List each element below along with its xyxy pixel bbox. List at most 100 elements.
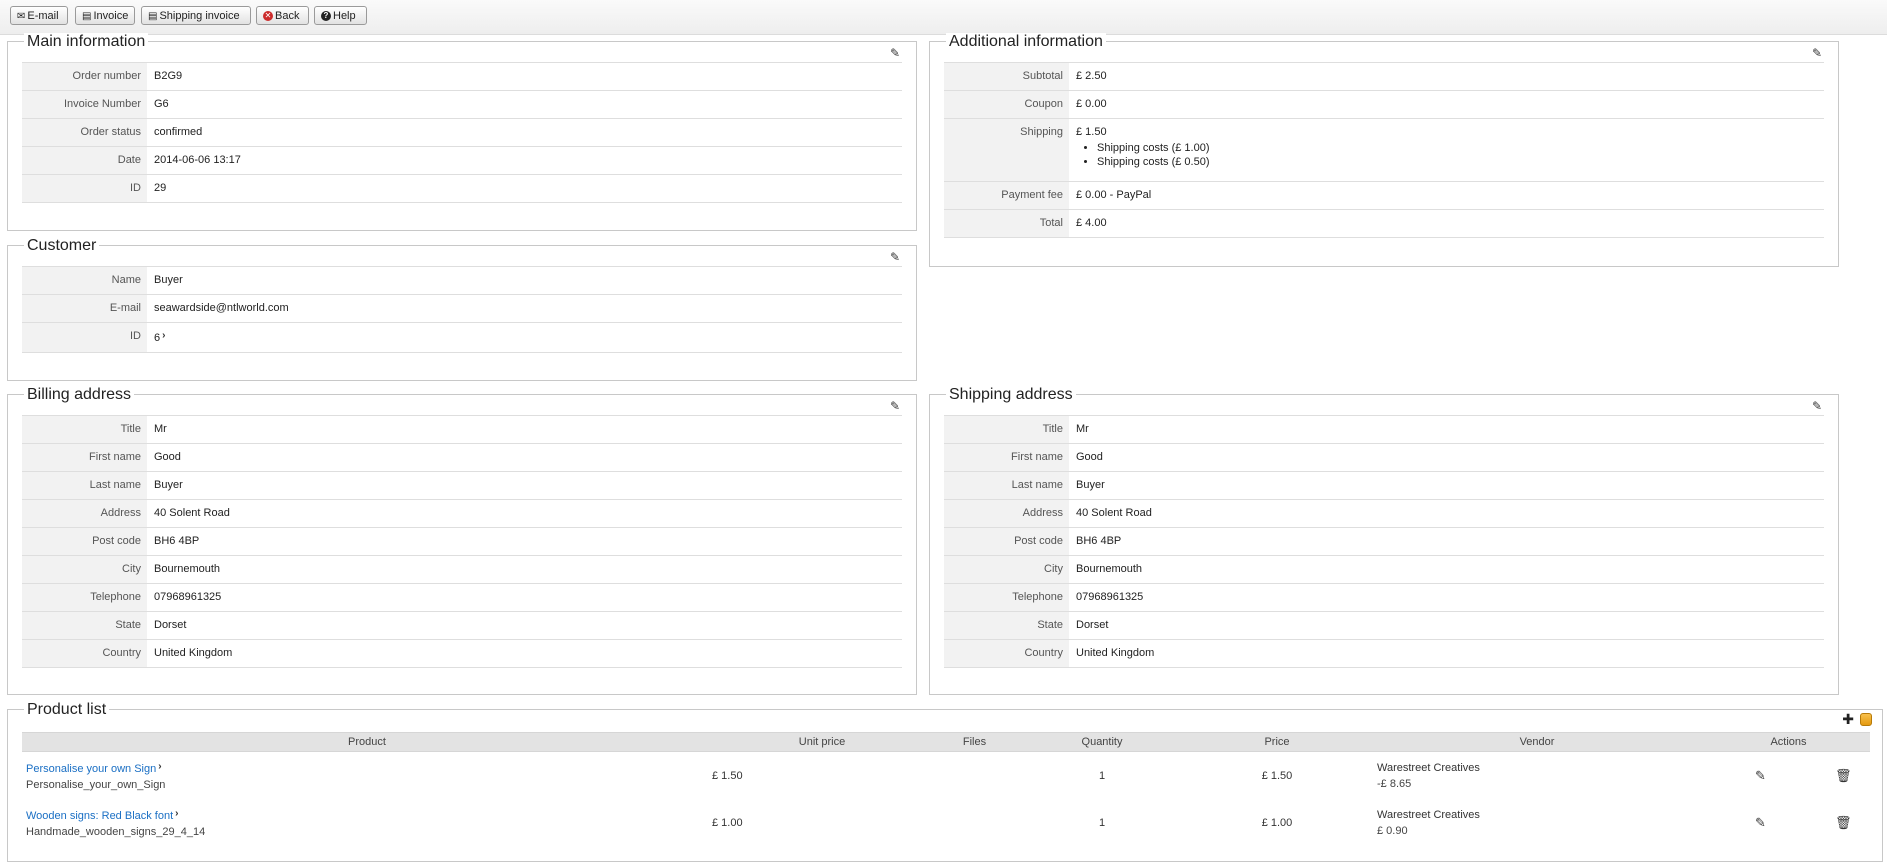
field-label: Address bbox=[944, 500, 1069, 527]
billing-address-panel: Billing address ✎ Title Mr First name Good… bbox=[7, 386, 917, 695]
column-header-price[interactable]: Price bbox=[1187, 732, 1367, 752]
panel-title: Shipping address bbox=[946, 386, 1076, 404]
field-row: Name Buyer bbox=[22, 267, 902, 295]
field-value: 07968961325 bbox=[1076, 591, 1144, 603]
pencil-icon[interactable]: ✎ bbox=[888, 399, 902, 413]
chevron-right-icon[interactable]: › bbox=[162, 330, 165, 341]
field-label: Telephone bbox=[944, 584, 1069, 611]
envelope-icon: ✉ bbox=[17, 11, 26, 22]
pencil-icon[interactable]: ✎ bbox=[1810, 399, 1824, 413]
field-row: City Bournemouth bbox=[22, 556, 902, 584]
help-button[interactable]: ? Help bbox=[314, 6, 367, 25]
field-row: City Bournemouth bbox=[944, 556, 1824, 584]
field-row: Title Mr bbox=[22, 416, 902, 444]
main-information-panel: Main information ✎ Order number B2G9 Invo… bbox=[7, 33, 917, 231]
column-header-product[interactable]: Product bbox=[22, 732, 712, 752]
shipping-invoice-button[interactable]: ▤ Shipping invoice bbox=[141, 6, 251, 25]
field-value: United Kingdom bbox=[154, 647, 233, 659]
field-row: Total £ 4.00 bbox=[944, 210, 1824, 238]
customer-panel: Customer ✎ Name Buyer E-mail seawardside@n… bbox=[7, 237, 917, 381]
cancel-circle-icon: ✕ bbox=[263, 11, 273, 21]
field-row: ID 6 › bbox=[22, 323, 902, 353]
chevron-right-icon[interactable]: › bbox=[158, 761, 161, 772]
field-row: Shipping £ 1.50 Shipping costs (£ 1.00) … bbox=[944, 119, 1824, 182]
field-label: Title bbox=[944, 416, 1069, 443]
field-row: Subtotal £ 2.50 bbox=[944, 63, 1824, 91]
field-value: Good bbox=[154, 451, 181, 463]
field-row: E-mail seawardside@ntlworld.com bbox=[22, 295, 902, 323]
panel-title: Customer bbox=[24, 237, 100, 255]
field-row: Title Mr bbox=[944, 416, 1824, 444]
field-label: Last name bbox=[22, 472, 147, 499]
trash-icon[interactable]: 🗑 bbox=[1835, 815, 1852, 830]
field-row: Last name Buyer bbox=[22, 472, 902, 500]
column-header-unit-price[interactable]: Unit price bbox=[712, 732, 932, 752]
shipping-value: £ 1.50 Shipping costs (£ 1.00) Shipping … bbox=[1069, 119, 1824, 181]
field-label: City bbox=[22, 556, 147, 583]
invoice-button[interactable]: ▤ Invoice bbox=[75, 6, 135, 25]
pencil-icon[interactable]: ✎ bbox=[1810, 46, 1824, 60]
field-label: Shipping bbox=[944, 119, 1069, 181]
field-value: 40 Solent Road bbox=[154, 507, 230, 519]
product-link[interactable]: Wooden signs: Red Black font bbox=[26, 810, 173, 822]
field-row: Order status confirmed bbox=[22, 119, 902, 147]
field-label: Invoice Number bbox=[22, 91, 147, 118]
order-status-value: confirmed bbox=[154, 126, 203, 138]
quantity-cell: 1 bbox=[1098, 769, 1106, 782]
field-value: Dorset bbox=[1076, 619, 1109, 631]
order-id-value: 29 bbox=[154, 182, 167, 194]
subtotal-value: £ 2.50 bbox=[1076, 70, 1107, 82]
field-label: First name bbox=[944, 444, 1069, 471]
field-value: United Kingdom bbox=[1076, 647, 1155, 659]
payment-fee-value: £ 0.00 - PayPal bbox=[1076, 189, 1152, 201]
field-label: Post code bbox=[944, 528, 1069, 555]
field-value: 40 Solent Road bbox=[1076, 507, 1152, 519]
order-number-value: B2G9 bbox=[154, 70, 183, 82]
toolbar: ✉ E-mail ▤ Invoice ▤ Shipping invoice ✕ Back… bbox=[0, 0, 1887, 35]
back-button[interactable]: ✕ Back bbox=[256, 6, 309, 25]
vendor-name: Warestreet Creatives bbox=[1377, 808, 1480, 821]
shipping-address-panel: Shipping address ✎ Title Mr First name Goo… bbox=[929, 386, 1839, 695]
panel-title: Billing address bbox=[24, 386, 135, 404]
pencil-icon[interactable]: ✎ bbox=[888, 46, 902, 60]
database-icon[interactable] bbox=[1860, 713, 1872, 726]
additional-information-panel: Additional information ✎ Subtotal £ 2.50 … bbox=[929, 33, 1839, 267]
field-row: Telephone 07968961325 bbox=[944, 584, 1824, 612]
table-row: Personalise your own Sign › Personalise_y… bbox=[22, 752, 1870, 800]
field-label: ID bbox=[22, 323, 147, 352]
date-value: 2014-06-06 13:17 bbox=[154, 154, 241, 166]
chevron-right-icon[interactable]: › bbox=[175, 808, 178, 819]
email-button[interactable]: ✉ E-mail bbox=[10, 6, 68, 25]
vendor-amount: -£ 8.65 bbox=[1377, 777, 1412, 790]
column-header-quantity[interactable]: Quantity bbox=[1017, 732, 1187, 752]
vendor-cell: Warestreet Creatives -£ 8.65 bbox=[1367, 752, 1707, 800]
product-sku: Handmade_wooden_signs_29_4_14 bbox=[26, 825, 206, 838]
field-value: Mr bbox=[154, 423, 167, 435]
customer-fields: Name Buyer E-mail seawardside@ntlworld.com… bbox=[22, 266, 902, 353]
panel-title: Additional information bbox=[946, 33, 1106, 51]
trash-icon[interactable]: 🗑 bbox=[1835, 768, 1852, 783]
list-item: Shipping costs (£ 0.50) bbox=[1097, 155, 1824, 169]
unit-price-cell: £ 1.50 bbox=[712, 769, 743, 782]
field-label: State bbox=[944, 612, 1069, 639]
customer-name-value: Buyer bbox=[154, 274, 183, 286]
vendor-amount: £ 0.90 bbox=[1377, 824, 1408, 837]
field-row: Order number B2G9 bbox=[22, 63, 902, 91]
pencil-icon[interactable]: ✎ bbox=[888, 250, 902, 264]
price-cell: £ 1.00 bbox=[1261, 816, 1293, 829]
field-label: ID bbox=[22, 175, 147, 202]
field-value: Good bbox=[1076, 451, 1103, 463]
pencil-icon[interactable]: ✎ bbox=[1755, 768, 1766, 783]
product-link[interactable]: Personalise your own Sign bbox=[26, 763, 156, 775]
plus-icon[interactable]: ✚ bbox=[1842, 711, 1854, 728]
column-header-vendor[interactable]: Vendor bbox=[1367, 732, 1707, 752]
main-information-fields: Order number B2G9 Invoice Number G6 Order … bbox=[22, 62, 902, 203]
field-label: Country bbox=[22, 640, 147, 667]
field-row: ID 29 bbox=[22, 175, 902, 203]
column-header-files[interactable]: Files bbox=[932, 732, 1017, 752]
field-row: Payment fee £ 0.00 - PayPal bbox=[944, 182, 1824, 210]
pencil-icon[interactable]: ✎ bbox=[1755, 815, 1766, 830]
product-cell: Personalise your own Sign › Personalise_y… bbox=[22, 752, 712, 800]
actions-cell: ✎ 🗑 bbox=[1707, 752, 1870, 800]
document-icon: ▤ bbox=[82, 11, 92, 22]
